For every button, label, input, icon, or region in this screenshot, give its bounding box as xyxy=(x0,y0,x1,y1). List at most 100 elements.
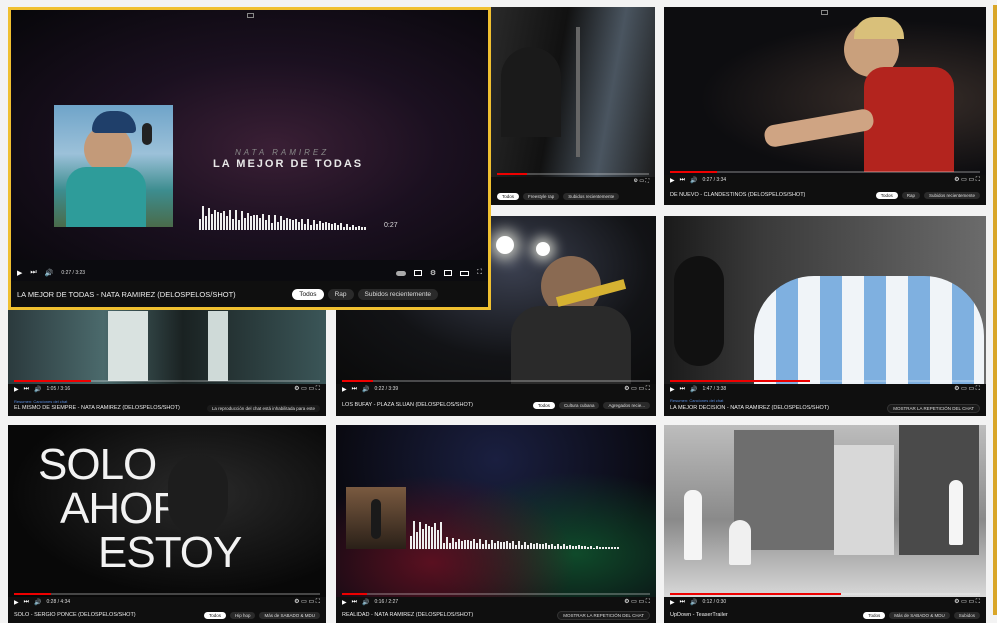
volume-icon[interactable]: 🔊 xyxy=(45,269,54,277)
video-tile-7[interactable]: ▶ ⏭ 🔊 0:16 / 2:27 ⚙ ▭ ▭ ⛶ REALIDAD - NATA … xyxy=(336,425,656,623)
show-chat-replay-button[interactable]: MOSTRAR LA REPETICIÓN DEL CHAT xyxy=(887,403,980,413)
play-icon[interactable]: ▶ xyxy=(670,177,675,184)
video-frame[interactable] xyxy=(664,425,986,597)
video-tile-6[interactable]: SOLO AHORA ESTOY ▶ ⏭ 🔊 0:28 / 4:34 ⚙ ▭ ▭ ⛶… xyxy=(8,425,326,623)
waveform-bar xyxy=(416,532,418,549)
progress-bar[interactable] xyxy=(342,593,650,595)
settings-icon[interactable]: ⚙ ▭ ▭ ⛶ xyxy=(294,598,320,606)
video-tile-2[interactable]: ▶ ⏭ 🔊 0:27 / 3:34 ⚙ ▭ ▭ ⛶ DE NUEVO - CLAND… xyxy=(664,7,986,205)
chip-recent[interactable]: Subidos recientemente xyxy=(923,191,980,199)
video-info-bar: Resumen: Canciones del chat LA MEJOR DEC… xyxy=(664,394,986,416)
fullscreen-icon[interactable]: ⛶ xyxy=(477,269,482,277)
volume-icon[interactable]: 🔊 xyxy=(362,599,369,606)
next-icon[interactable]: ⏭ xyxy=(24,599,29,606)
video-frame[interactable] xyxy=(664,7,986,175)
video-frame[interactable] xyxy=(336,425,656,597)
waveform-bar xyxy=(250,216,252,230)
subtitles-icon[interactable] xyxy=(413,270,422,276)
settings-icon[interactable]: ⚙ ▭ ▭ ⛶ xyxy=(624,598,650,606)
chip-rap[interactable]: Rap xyxy=(901,191,920,199)
progress-bar[interactable] xyxy=(14,593,320,595)
chip-todos[interactable]: Todos xyxy=(497,192,520,200)
next-icon[interactable]: ⏭ xyxy=(680,599,685,606)
video-title: SOLO - SERGIO PONCE (DELOSPELOS/SHOT) xyxy=(14,612,136,618)
next-icon[interactable]: ⏭ xyxy=(30,269,36,277)
next-icon[interactable]: ⏭ xyxy=(352,599,357,606)
video-tile-1[interactable]: ⚙ ▭ ⛶ Todos Freestyle rap Subidos recien… xyxy=(491,7,655,205)
waveform-bar xyxy=(512,541,514,549)
chip-todos[interactable]: Todos xyxy=(203,611,226,619)
video-frame[interactable] xyxy=(664,216,986,384)
play-icon[interactable]: ▶ xyxy=(342,386,347,393)
waveform-bar xyxy=(247,213,249,230)
waveform-bar xyxy=(295,219,297,230)
video-tile-8[interactable]: ▶ ⏭ 🔊 0:12 / 0:30 ⚙ ▭ ▭ ⛶ UpDown - TeaserT… xyxy=(664,425,986,623)
next-icon[interactable]: ⏭ xyxy=(680,177,685,184)
settings-icon[interactable]: ⚙ ▭ ▭ ⛶ xyxy=(294,385,320,393)
waveform-bar xyxy=(410,536,412,549)
progress-bar[interactable] xyxy=(342,380,650,382)
settings-icon[interactable]: ⚙ ▭ ▭ ⛶ xyxy=(624,385,650,393)
chip-recent[interactable]: Subidos recientemente xyxy=(357,288,438,300)
settings-icon[interactable]: ⚙ ▭ ▭ ⛶ xyxy=(954,385,980,393)
video-info-bar: Resumen: Canciones del chat EL MISMO DE … xyxy=(8,394,326,416)
waveform-bar xyxy=(452,538,454,549)
progress-fill xyxy=(14,380,91,382)
volume-icon[interactable]: 🔊 xyxy=(34,386,41,393)
play-icon[interactable]: ▶ xyxy=(14,386,19,393)
play-icon[interactable]: ▶ xyxy=(670,386,675,393)
main-video-player[interactable]: NATA RAMIREZ LA MEJOR DE TODAS 0:27 ▶ ⏭ … xyxy=(8,7,491,310)
play-icon[interactable]: ▶ xyxy=(342,599,347,606)
progress-bar[interactable] xyxy=(670,593,980,595)
miniplayer-button-icon[interactable] xyxy=(444,270,453,276)
person-silhouette xyxy=(168,455,228,535)
play-icon[interactable]: ▶ xyxy=(17,269,22,277)
volume-icon[interactable]: 🔊 xyxy=(690,599,697,606)
chip-todos[interactable]: Todos xyxy=(292,288,324,300)
chip-freestyle[interactable]: Freestyle rap xyxy=(523,192,560,200)
chip-recent[interactable]: Subidos xyxy=(953,611,980,619)
chip-recent[interactable]: Agregados recie... xyxy=(603,401,650,409)
chip-culture[interactable]: Cultura cubana xyxy=(558,401,600,409)
waveform-bar xyxy=(253,215,255,230)
miniplayer-icon[interactable] xyxy=(821,10,828,15)
progress-bar[interactable] xyxy=(670,380,980,382)
autoplay-toggle[interactable] xyxy=(395,270,406,276)
next-icon[interactable]: ⏭ xyxy=(680,386,685,393)
show-chat-replay-button[interactable]: MOSTRAR LA REPETICIÓN DEL CHAT xyxy=(557,610,650,620)
next-icon[interactable]: ⏭ xyxy=(352,386,357,393)
chip-todos[interactable]: Todos xyxy=(532,401,555,409)
chip-recent[interactable]: Subidos recientemente xyxy=(563,192,620,200)
play-icon[interactable]: ▶ xyxy=(670,599,675,606)
progress-bar[interactable] xyxy=(670,171,980,173)
theater-icon[interactable] xyxy=(460,270,470,276)
chip-rap[interactable]: Rap xyxy=(327,288,354,300)
chip-todos[interactable]: Todos xyxy=(875,191,898,199)
settings-icon[interactable]: ⚙ ▭ ⛶ xyxy=(634,178,650,184)
play-icon[interactable]: ▶ xyxy=(14,599,19,606)
waveform-bar xyxy=(289,219,291,230)
settings-icon[interactable]: ⚙ ▭ ▭ ⛶ xyxy=(954,598,980,606)
next-icon[interactable]: ⏭ xyxy=(24,386,29,393)
chip-more-from[interactable]: Más de SABADO & MDU xyxy=(889,611,950,619)
volume-icon[interactable]: 🔊 xyxy=(362,386,369,393)
chip-hiphop[interactable]: Hip hop xyxy=(229,611,256,619)
video-frame[interactable]: SOLO AHORA ESTOY xyxy=(8,425,326,597)
waveform-bar xyxy=(608,547,610,549)
volume-icon[interactable]: 🔊 xyxy=(690,177,697,184)
settings-icon[interactable]: ⚙ ▭ ▭ ⛶ xyxy=(954,176,980,184)
waveform-bar xyxy=(449,543,451,549)
settings-icon[interactable]: ⚙ xyxy=(430,269,436,277)
video-tile-5[interactable]: ▶ ⏭ 🔊 1:47 / 3:38 ⚙ ▭ ▭ ⛶ Resumen: Cancion… xyxy=(664,216,986,416)
miniplayer-icon[interactable] xyxy=(247,13,254,18)
waveform-bar xyxy=(259,218,261,230)
volume-icon[interactable]: 🔊 xyxy=(690,386,697,393)
video-frame[interactable]: NATA RAMIREZ LA MEJOR DE TODAS 0:27 xyxy=(11,10,488,260)
video-frame[interactable] xyxy=(491,7,655,177)
waveform-bar xyxy=(413,521,415,549)
chip-todos[interactable]: Todos xyxy=(863,611,886,619)
chip-more-from[interactable]: Más de SABADO & MDU xyxy=(259,611,320,619)
volume-icon[interactable]: 🔊 xyxy=(34,599,41,606)
progress-bar[interactable] xyxy=(14,380,320,382)
progress-bar[interactable] xyxy=(497,173,649,175)
